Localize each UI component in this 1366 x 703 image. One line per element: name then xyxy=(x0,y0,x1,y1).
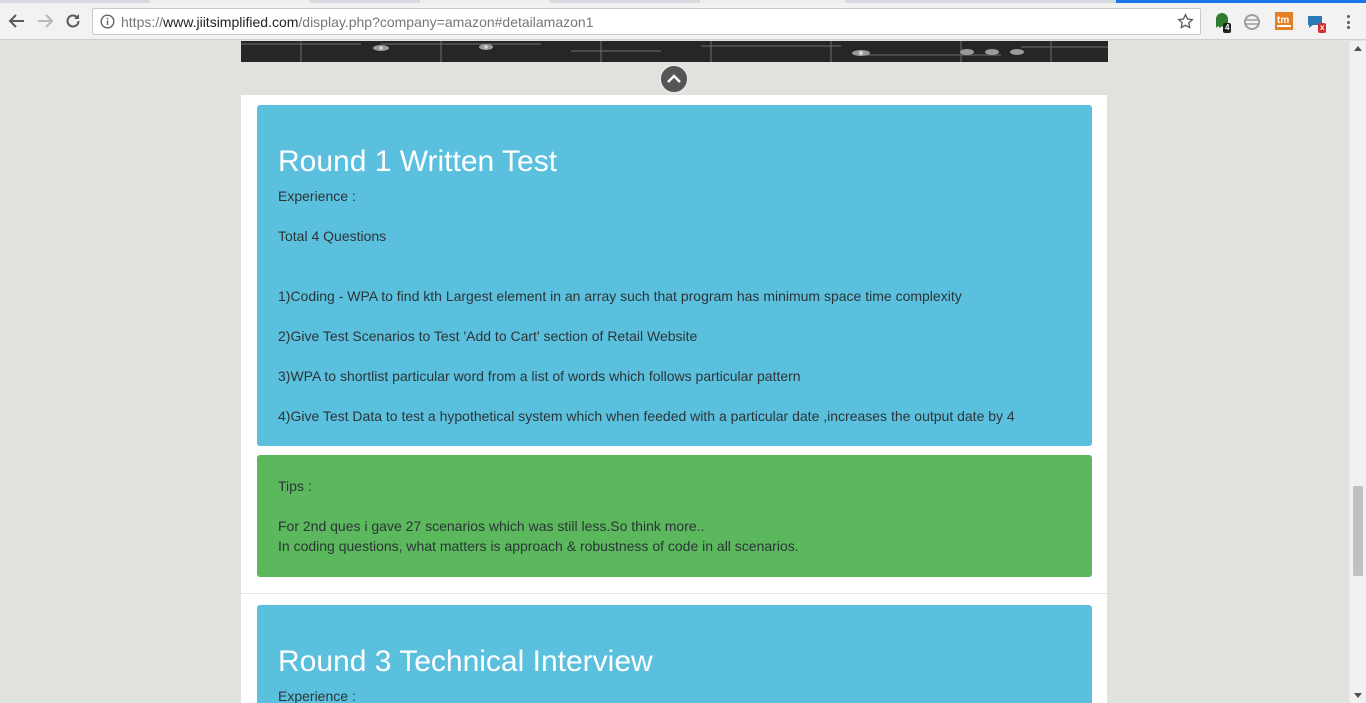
url-scheme: https:// xyxy=(121,14,164,30)
scroll-up-arrow[interactable] xyxy=(1354,46,1362,51)
tip-2: In coding questions, what matters is app… xyxy=(278,538,799,554)
reload-icon xyxy=(66,14,80,28)
scroll-thumb[interactable] xyxy=(1353,486,1363,576)
question-count: Total 4 Questions xyxy=(278,228,387,244)
chevron-up-icon xyxy=(667,74,681,83)
globe-extension-icon[interactable] xyxy=(1242,12,1262,32)
tm-shape: tm xyxy=(1275,12,1293,30)
tm-label: tm xyxy=(1277,15,1289,26)
ghostery-badge: 4 xyxy=(1223,23,1232,33)
reload-button[interactable] xyxy=(62,10,84,32)
scroll-down-arrow[interactable] xyxy=(1354,693,1362,698)
url-text[interactable]: https://www.jiitsimplified.com/display.p… xyxy=(121,14,594,30)
question-4: 4)Give Test Data to test a hypothetical … xyxy=(278,408,1015,424)
round-1-card: Round 1 Written Test Experience : Total … xyxy=(257,105,1092,446)
arrow-right-icon xyxy=(38,14,54,28)
round-3-card: Round 3 Technical Interview Experience : xyxy=(257,605,1092,703)
vertical-scrollbar[interactable] xyxy=(1349,41,1366,703)
arrow-left-icon xyxy=(8,14,24,28)
menu-icon[interactable] xyxy=(1342,13,1354,31)
forward-button[interactable] xyxy=(34,10,56,32)
question-3: 3)WPA to shortlist particular word from … xyxy=(278,368,801,384)
info-icon[interactable] xyxy=(100,14,115,29)
question-1: 1)Coding - WPA to find kth Largest eleme… xyxy=(278,288,962,304)
page-viewport: Round 1 Written Test Experience : Total … xyxy=(0,41,1349,703)
chat-badge: x xyxy=(1318,23,1327,33)
globe-shape xyxy=(1244,14,1260,30)
question-2: 2)Give Test Scenarios to Test 'Add to Ca… xyxy=(278,328,698,344)
experience-label: Experience : xyxy=(278,688,356,703)
experience-label: Experience : xyxy=(278,188,356,204)
tip-1: For 2nd ques i gave 27 scenarios which w… xyxy=(278,518,705,534)
tm-extension-icon[interactable]: tm xyxy=(1275,12,1295,32)
round-title: Round 1 Written Test xyxy=(278,145,558,178)
content-panel: Round 1 Written Test Experience : Total … xyxy=(241,95,1107,703)
bookmark-star-icon[interactable] xyxy=(1177,13,1194,30)
section-divider xyxy=(241,593,1107,594)
header-banner xyxy=(241,41,1108,62)
chat-extension-icon[interactable]: x xyxy=(1306,12,1327,33)
url-path: /display.php?company=amazon#detailamazon… xyxy=(298,14,594,30)
circuit-pattern xyxy=(241,41,1108,62)
tips-label: Tips : xyxy=(278,478,312,494)
scroll-to-top-button[interactable] xyxy=(659,64,689,94)
round-title: Round 3 Technical Interview xyxy=(278,645,653,678)
tips-card: Tips : For 2nd ques i gave 27 scenarios … xyxy=(257,455,1092,577)
browser-toolbar: https://www.jiitsimplified.com/display.p… xyxy=(0,3,1366,40)
ghostery-icon[interactable]: 4 xyxy=(1212,12,1232,33)
address-bar[interactable]: https://www.jiitsimplified.com/display.p… xyxy=(92,8,1201,35)
url-host: www.jiitsimplified.com xyxy=(163,14,299,30)
back-button[interactable] xyxy=(6,10,28,32)
